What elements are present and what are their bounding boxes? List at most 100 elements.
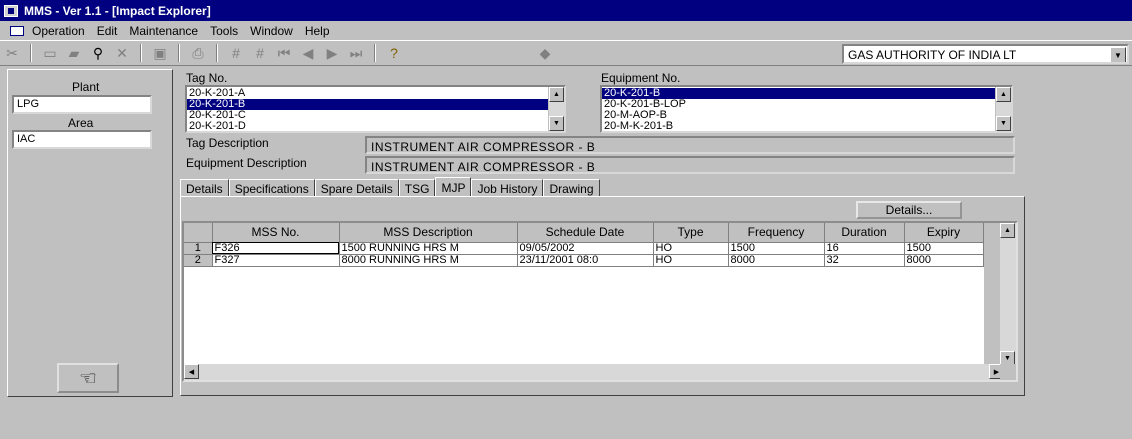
tag-list-item[interactable]: 20-K-201-D [187, 121, 564, 132]
menu-maintenance[interactable]: Maintenance [123, 24, 204, 38]
window-title: MMS - Ver 1.1 - [Impact Explorer] [24, 3, 211, 18]
first-record-icon[interactable]: ⏮ [273, 43, 295, 63]
table-cell[interactable]: 1500 [728, 242, 825, 255]
scroll-up-icon[interactable]: ▲ [1000, 223, 1015, 238]
plant-label: Plant [72, 80, 100, 94]
menu-tools[interactable]: Tools [204, 24, 244, 38]
help-icon[interactable]: ? [383, 43, 405, 63]
mjp-grid[interactable]: MSS No. MSS Description Schedule Date Ty… [182, 221, 1018, 382]
equipment-scrollbar[interactable]: ▲ ▼ [995, 87, 1011, 131]
tab-strip: Details Specifications Spare Details TSG… [180, 177, 600, 197]
row-number: 2 [184, 254, 213, 267]
tab-mjp[interactable]: MJP [435, 177, 472, 197]
main-panel: Tag No. 20-K-201-A 20-K-201-B 20-K-201-C 20… [180, 69, 1025, 397]
equipment-description-label: Equipment Description [186, 156, 307, 170]
table-cell[interactable]: HO [653, 254, 729, 267]
last-record-icon[interactable]: ⏭ [345, 43, 367, 63]
toolbar-separator [140, 44, 142, 62]
new-icon[interactable]: ▭ [39, 43, 61, 63]
print-icon[interactable]: ⎙ [187, 43, 209, 63]
company-select[interactable]: GAS AUTHORITY OF INDIA LT ▼ [842, 44, 1129, 64]
mjp-tab-panel: Details... MSS No. MSS Description Sched… [180, 196, 1025, 396]
eraser-icon[interactable]: ◆ [534, 43, 556, 63]
details-button[interactable]: Details... [856, 201, 962, 219]
table-cell[interactable]: HO [653, 242, 729, 255]
grid-horizontal-scrollbar[interactable]: ◀ ▶ [184, 364, 1004, 380]
scroll-up-icon[interactable]: ▲ [549, 87, 564, 102]
tag-scrollbar[interactable]: ▲ ▼ [548, 87, 564, 131]
tab-spare-details[interactable]: Spare Details [314, 179, 399, 197]
table-cell[interactable]: 8000 RUNNING HRS M [339, 254, 518, 267]
table-cell[interactable]: 32 [824, 254, 905, 267]
toolbar: ✂ ▭ ▰ ⚲ ✕ ▣ ⎙ # # ⏮ ◀ ▶ ⏭ ? ◆ GAS AUTHOR… [0, 40, 1132, 66]
equipment-list-item[interactable]: 20-M-K-201-B [602, 121, 1011, 132]
find-icon[interactable]: # [225, 43, 247, 63]
scroll-down-icon[interactable]: ▼ [996, 116, 1011, 131]
column-header[interactable]: MSS No. [212, 223, 340, 243]
pointing-hand-icon: ☜ [79, 367, 97, 390]
scroll-left-icon[interactable]: ◀ [184, 364, 199, 379]
open-icon[interactable]: ▰ [63, 43, 85, 63]
column-header[interactable]: Schedule Date [517, 223, 654, 243]
left-panel: Plant LPG Area IAC ☜ [7, 69, 173, 397]
company-value: GAS AUTHORITY OF INDIA LT [848, 48, 1017, 62]
equipment-no-label: Equipment No. [601, 71, 681, 85]
row-number: 1 [184, 242, 213, 255]
previous-record-icon[interactable]: ◀ [297, 43, 319, 63]
find-next-icon[interactable]: # [249, 43, 271, 63]
menu-window[interactable]: Window [244, 24, 299, 38]
table-cell[interactable]: 16 [824, 242, 905, 255]
column-header[interactable]: Duration [824, 223, 905, 243]
next-record-icon[interactable]: ▶ [321, 43, 343, 63]
menu-operation[interactable]: Operation [26, 24, 91, 38]
table-cell[interactable]: 8000 [728, 254, 825, 267]
tab-drawing[interactable]: Drawing [543, 179, 600, 197]
area-field[interactable]: IAC [12, 130, 152, 149]
toolbar-separator [30, 44, 32, 62]
table-row[interactable]: 1 F326 1500 RUNNING HRS M 09/05/2002 HO 1500 1… [184, 242, 984, 255]
table-row[interactable]: 2 F327 8000 RUNNING HRS M 23/11/2001 08:0 HO… [184, 254, 984, 267]
menu-edit[interactable]: Edit [91, 24, 124, 38]
delete-icon[interactable]: ✕ [111, 43, 133, 63]
table-cell[interactable]: 1500 RUNNING HRS M [339, 242, 518, 255]
table-cell[interactable]: 8000 [904, 254, 984, 267]
app-icon [4, 4, 18, 17]
tab-tsg[interactable]: TSG [398, 179, 436, 197]
tag-description-label: Tag Description [186, 136, 269, 150]
search-icon[interactable]: ⚲ [87, 43, 109, 63]
tag-description-field: INSTRUMENT AIR COMPRESSOR - B [365, 136, 1015, 154]
scroll-up-icon[interactable]: ▲ [996, 87, 1011, 102]
child-window-icon[interactable] [10, 25, 24, 36]
equipment-listbox[interactable]: 20-K-201-B 20-K-201-B-LOP 20-M-AOP-B 20-M-K… [600, 85, 1013, 133]
table-cell[interactable]: 1500 [904, 242, 984, 255]
row-header-corner [184, 223, 213, 243]
tag-listbox[interactable]: 20-K-201-A 20-K-201-B 20-K-201-C 20-K-201-D… [185, 85, 566, 133]
grid-vertical-scrollbar[interactable]: ▲ ▼ [1000, 223, 1016, 366]
tab-specifications[interactable]: Specifications [228, 179, 315, 197]
area-label: Area [68, 116, 94, 130]
title-bar: MMS - Ver 1.1 - [Impact Explorer] [0, 0, 1132, 21]
column-header[interactable]: MSS Description [339, 223, 518, 243]
mjp-table: MSS No. MSS Description Schedule Date Ty… [184, 223, 984, 267]
menu-bar: Operation Edit Maintenance Tools Window … [0, 21, 1132, 40]
go-button[interactable]: ☜ [57, 363, 119, 393]
menu-help[interactable]: Help [299, 24, 336, 38]
table-cell[interactable]: F326 [212, 242, 340, 255]
table-cell[interactable]: F327 [212, 254, 340, 267]
equipment-description-field: INSTRUMENT AIR COMPRESSOR - B [365, 156, 1015, 174]
toolbar-separator [178, 44, 180, 62]
filter-icon[interactable]: ✂ [1, 43, 23, 63]
table-cell[interactable]: 23/11/2001 08:0 [517, 254, 654, 267]
column-header[interactable]: Type [653, 223, 729, 243]
column-header[interactable]: Expiry [904, 223, 984, 243]
column-header[interactable]: Frequency [728, 223, 825, 243]
save-icon[interactable]: ▣ [149, 43, 171, 63]
tab-details[interactable]: Details [180, 179, 229, 197]
toolbar-separator [374, 44, 376, 62]
chevron-down-icon[interactable]: ▼ [1110, 47, 1126, 62]
scrollbar-corner [1000, 364, 1016, 380]
plant-field[interactable]: LPG [12, 95, 152, 114]
scroll-down-icon[interactable]: ▼ [549, 116, 564, 131]
table-cell[interactable]: 09/05/2002 [517, 242, 654, 255]
tab-job-history[interactable]: Job History [471, 179, 544, 197]
